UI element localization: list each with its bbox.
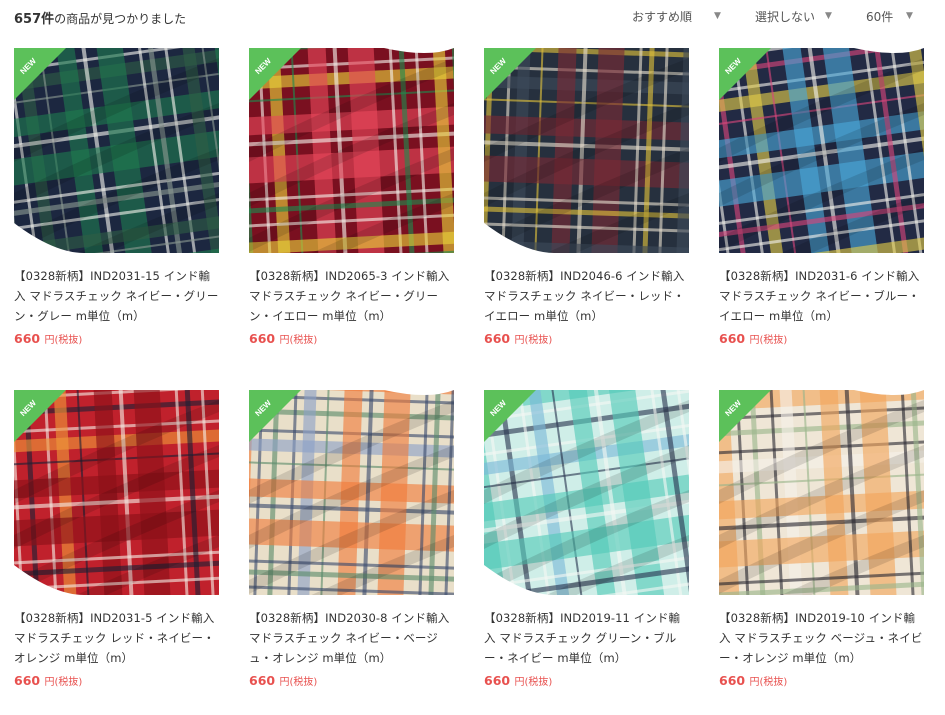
product-image[interactable]: NEW <box>484 48 689 253</box>
chevron-down-icon: ▼ <box>714 11 721 21</box>
product-image[interactable]: NEW <box>484 390 689 595</box>
chevron-down-icon: ▼ <box>825 11 832 21</box>
product-price: 660 円(税抜) <box>14 331 219 346</box>
price-unit: 円(税抜) <box>749 335 788 346</box>
per-page-select-value: 60件 <box>866 10 894 24</box>
price-amount: 660 <box>719 331 746 346</box>
filter-select-value: 選択しない <box>755 10 816 24</box>
product-image[interactable]: NEW <box>14 48 219 253</box>
new-badge: NEW <box>14 48 66 100</box>
product-image[interactable]: NEW <box>719 48 924 253</box>
price-amount: 660 <box>14 331 41 346</box>
product-title[interactable]: 【0328新柄】IND2065-3 インド輸入 マドラスチェック ネイビー・グリ… <box>249 266 454 326</box>
price-amount: 660 <box>484 331 511 346</box>
product-title[interactable]: 【0328新柄】IND2019-11 インド輸入 マドラスチェック グリーン・ブ… <box>484 608 689 668</box>
price-unit: 円(税抜) <box>279 335 318 346</box>
product-card[interactable]: NEW 【0328新柄】IND2031-6 インド輸入 マドラスチェック ネイビー… <box>719 48 924 346</box>
product-card[interactable]: NEW 【0328新柄】IND2031-5 インド輸入 マドラスチェック レッド・… <box>14 390 219 688</box>
product-price: 660 円(税抜) <box>484 331 689 346</box>
price-unit: 円(税抜) <box>279 677 318 688</box>
sort-select[interactable]: おすすめ順 ▼ <box>632 8 721 25</box>
price-unit: 円(税抜) <box>44 335 83 346</box>
product-card[interactable]: NEW 【0328新柄】IND2019-10 インド輸入 マドラスチェック ベージ… <box>719 390 924 688</box>
product-card[interactable]: NEW 【0328新柄】IND2031-15 インド輸入 マドラスチェック ネイビ… <box>14 48 219 346</box>
new-badge: NEW <box>14 390 66 442</box>
product-price: 660 円(税抜) <box>249 673 454 688</box>
product-price: 660 円(税抜) <box>484 673 689 688</box>
results-toolbar: 657件の商品が見つかりました おすすめ順 ▼ 選択しない ▼ 60件 ▼ <box>0 0 945 36</box>
price-amount: 660 <box>14 673 41 688</box>
product-card[interactable]: NEW 【0328新柄】IND2065-3 インド輸入 マドラスチェック ネイビー… <box>249 48 454 346</box>
per-page-select[interactable]: 60件 ▼ <box>866 8 913 25</box>
new-badge: NEW <box>484 48 536 100</box>
result-count: 657件の商品が見つかりました <box>14 8 186 27</box>
chevron-down-icon: ▼ <box>906 11 913 21</box>
price-amount: 660 <box>249 673 276 688</box>
product-price: 660 円(税抜) <box>14 673 219 688</box>
product-price: 660 円(税抜) <box>719 331 924 346</box>
product-image[interactable]: NEW <box>249 390 454 595</box>
product-image[interactable]: NEW <box>719 390 924 595</box>
product-title[interactable]: 【0328新柄】IND2030-8 インド輸入 マドラスチェック ネイビー・ベー… <box>249 608 454 668</box>
product-title[interactable]: 【0328新柄】IND2031-6 インド輸入 マドラスチェック ネイビー・ブル… <box>719 266 924 326</box>
result-count-suffix: の商品が見つかりました <box>54 12 187 26</box>
product-card[interactable]: NEW 【0328新柄】IND2046-6 インド輸入 マドラスチェック ネイビー… <box>484 48 689 346</box>
new-badge: NEW <box>484 390 536 442</box>
product-card[interactable]: NEW 【0328新柄】IND2019-11 インド輸入 マドラスチェック グリー… <box>484 390 689 688</box>
price-unit: 円(税抜) <box>514 335 553 346</box>
product-price: 660 円(税抜) <box>249 331 454 346</box>
result-count-number: 657件 <box>14 12 55 27</box>
product-image[interactable]: NEW <box>249 48 454 253</box>
new-badge: NEW <box>719 48 771 100</box>
product-title[interactable]: 【0328新柄】IND2019-10 インド輸入 マドラスチェック ベージュ・ネ… <box>719 608 924 668</box>
price-unit: 円(税抜) <box>44 677 83 688</box>
new-badge: NEW <box>249 390 301 442</box>
product-price: 660 円(税抜) <box>719 673 924 688</box>
product-image[interactable]: NEW <box>14 390 219 595</box>
filter-select[interactable]: 選択しない ▼ <box>755 8 832 25</box>
product-title[interactable]: 【0328新柄】IND2031-5 インド輸入 マドラスチェック レッド・ネイビ… <box>14 608 219 668</box>
product-title[interactable]: 【0328新柄】IND2031-15 インド輸入 マドラスチェック ネイビー・グ… <box>14 266 219 326</box>
price-amount: 660 <box>484 673 511 688</box>
price-amount: 660 <box>249 331 276 346</box>
product-title[interactable]: 【0328新柄】IND2046-6 インド輸入 マドラスチェック ネイビー・レッ… <box>484 266 689 326</box>
price-unit: 円(税抜) <box>749 677 788 688</box>
price-unit: 円(税抜) <box>514 677 553 688</box>
new-badge: NEW <box>249 48 301 100</box>
new-badge: NEW <box>719 390 771 442</box>
sort-select-value: おすすめ順 <box>632 10 693 24</box>
price-amount: 660 <box>719 673 746 688</box>
product-card[interactable]: NEW 【0328新柄】IND2030-8 インド輸入 マドラスチェック ネイビー… <box>249 390 454 688</box>
